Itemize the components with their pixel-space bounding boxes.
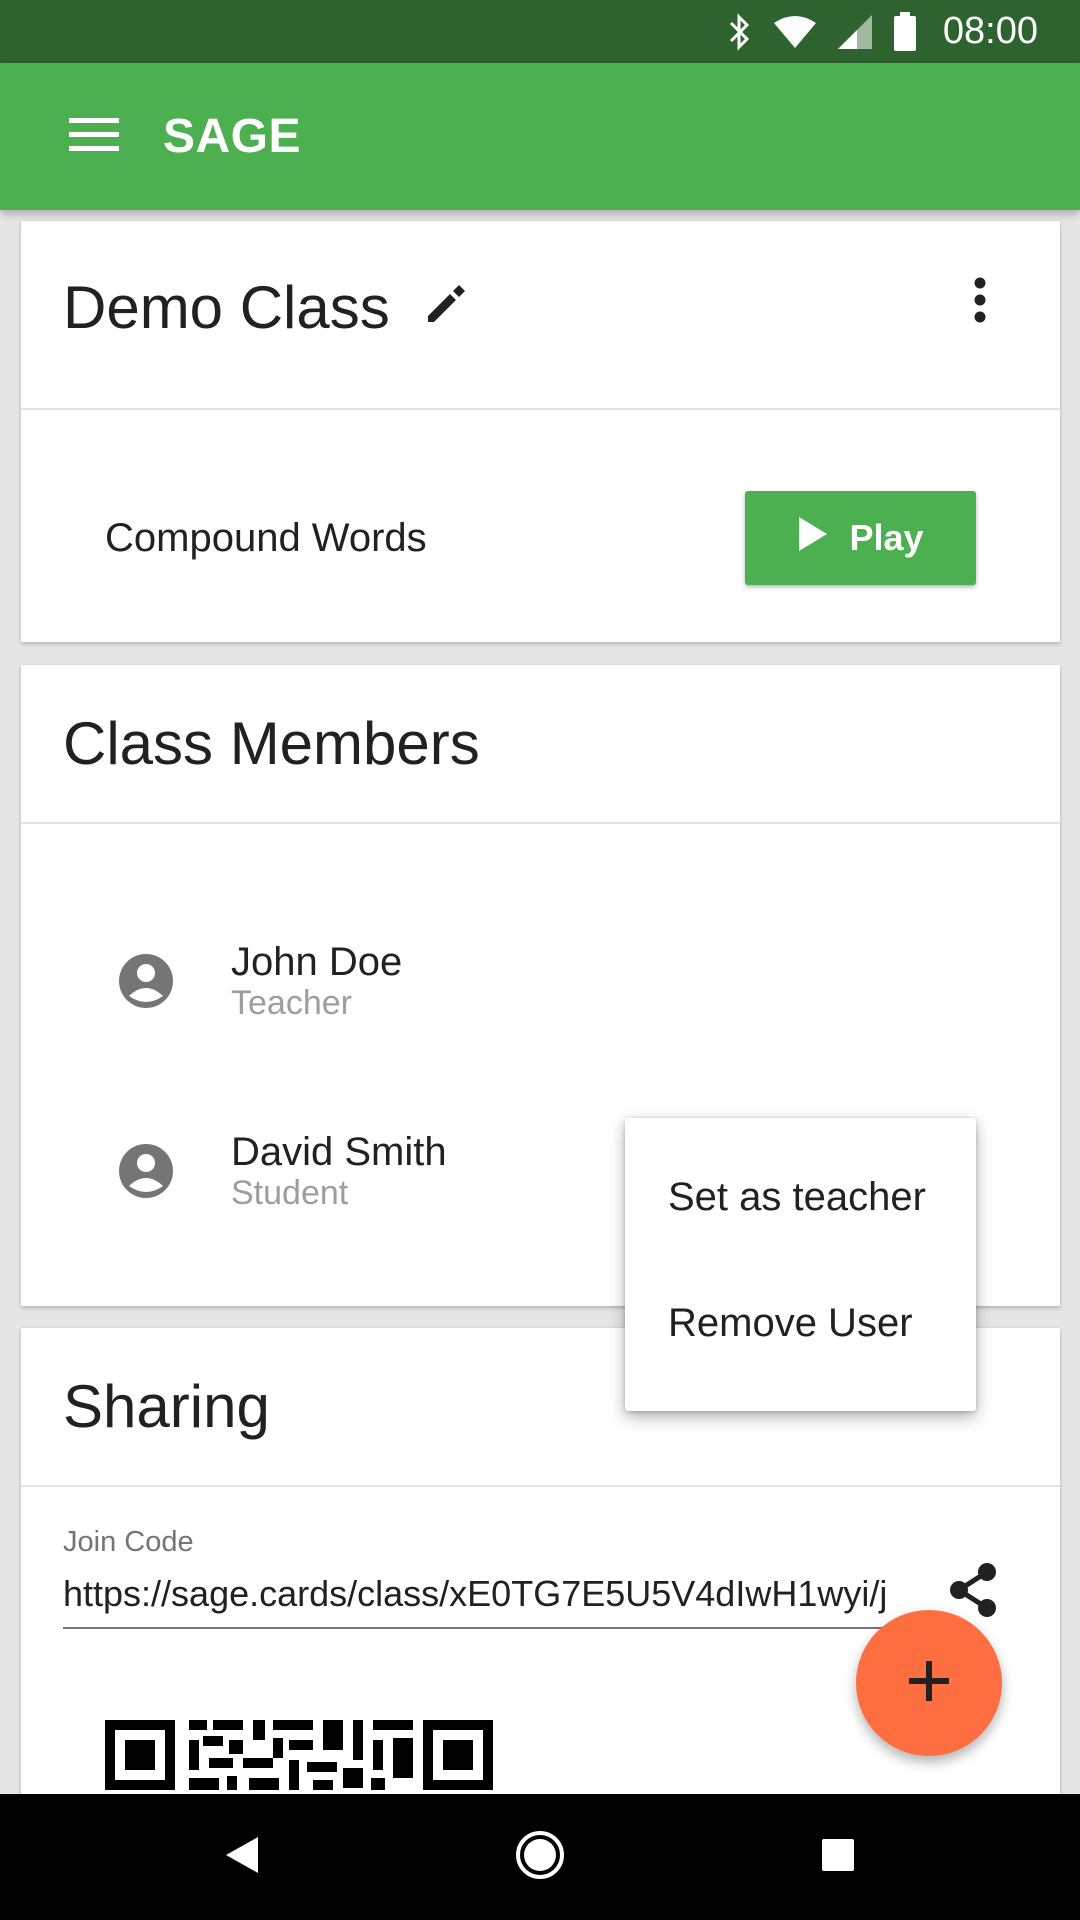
class-title: Demo Class [63,274,390,341]
member-role: Student [231,1174,349,1212]
lesson-name: Compound Words [105,516,427,560]
divider [21,408,1060,410]
battery-icon [893,11,917,52]
class-card: Demo Class Compound Words Play [21,221,1060,642]
app-title: SAGE [163,110,302,163]
qr-code-image [103,1718,495,1803]
member-row[interactable]: John Doe Teacher [21,920,1060,1040]
menu-item-set-as-teacher[interactable]: Set as teacher [625,1134,976,1260]
sharing-title: Sharing [63,1373,270,1440]
more-options-button[interactable] [945,267,1015,337]
member-name: John Doe [231,940,403,984]
bluetooth-icon [727,12,753,51]
system-navigation-bar [0,1794,1080,1920]
play-button[interactable]: Play [745,491,976,585]
menu-item-remove-user[interactable]: Remove User [625,1260,976,1386]
status-bar: 08:00 [0,0,1080,63]
hamburger-menu-button[interactable] [47,90,141,184]
back-triangle-icon [224,1835,260,1880]
class-members-title: Class Members [63,710,480,777]
wifi-icon [773,15,817,49]
play-label: Play [849,517,924,558]
member-name: David Smith [231,1130,447,1174]
play-icon [797,516,829,561]
home-circle-icon [514,1829,566,1886]
account-circle-icon [115,1140,177,1202]
join-code-field[interactable]: https://sage.cards/class/xE0TG7E5U5V4dIw… [63,1573,915,1629]
divider [21,822,1060,824]
hamburger-menu-icon [69,116,119,157]
join-code-label: Join Code [63,1526,194,1558]
recents-square-icon [820,1837,856,1878]
add-fab-button[interactable] [856,1610,1002,1756]
pencil-icon [418,285,474,336]
member-role: Teacher [231,984,352,1022]
recents-button[interactable] [775,1794,901,1920]
divider [21,1485,1060,1487]
more-vert-icon [973,277,987,328]
app-bar: SAGE [0,63,1080,210]
back-button[interactable] [179,1794,305,1920]
share-icon [947,1562,999,1623]
status-clock: 08:00 [942,10,1038,52]
home-button[interactable] [477,1794,603,1920]
account-circle-icon [115,950,177,1012]
edit-class-name-button[interactable] [418,276,474,332]
plus-icon [907,1659,951,1708]
member-options-menu: Set as teacher Remove User [625,1118,976,1411]
signal-icon [837,14,873,50]
